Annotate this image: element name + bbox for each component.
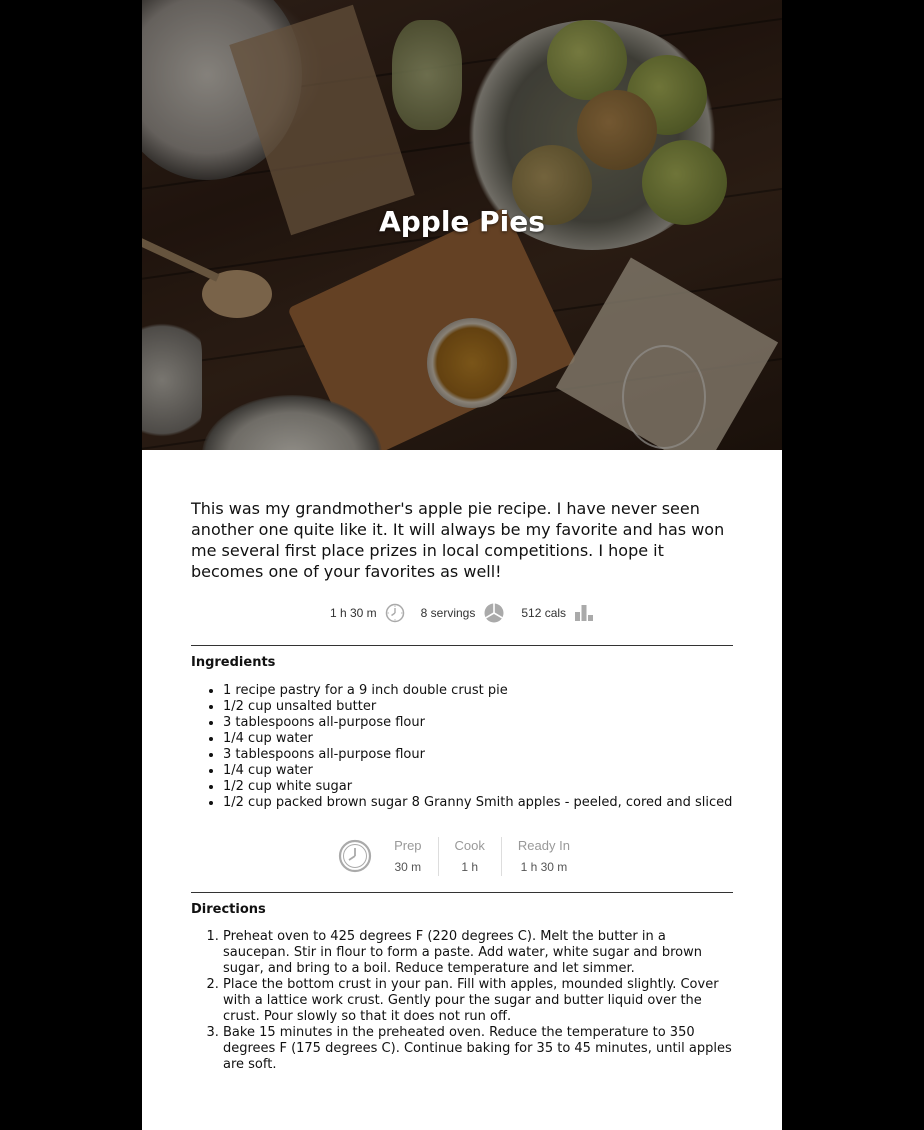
recipe-description: This was my grandmother's apple pie reci… <box>191 499 725 581</box>
list-item: 1/2 cup packed brown sugar 8 Granny Smit… <box>223 795 733 811</box>
directions-title: Directions <box>191 902 266 917</box>
calories-icon <box>574 603 594 623</box>
recipe-stats: 1 h 30 m 8 servings 512 cals <box>191 601 733 625</box>
list-item: 1/4 cup water <box>223 763 733 779</box>
recipe-title: Apple Pies <box>379 205 545 238</box>
total-time-stat: 1 h 30 m <box>330 603 405 623</box>
list-item: Preheat oven to 425 degrees F (220 degre… <box>223 929 733 977</box>
section-divider <box>191 645 733 646</box>
clock-icon <box>385 603 405 623</box>
hero-banner: Apple Pies <box>142 0 782 450</box>
prep-time: Prep 30 m <box>390 837 437 876</box>
list-item: 1 recipe pastry for a 9 inch double crus… <box>223 683 733 699</box>
recipe-content: This was my grandmother's apple pie reci… <box>142 450 782 1073</box>
list-item: 1/4 cup water <box>223 731 733 747</box>
list-item: 1/2 cup unsalted butter <box>223 699 733 715</box>
servings-icon <box>483 603 505 623</box>
servings-label: 8 servings <box>420 606 476 620</box>
prep-time-value: 30 m <box>394 859 422 874</box>
prep-time-label: Prep <box>394 837 422 853</box>
calories-stat: 512 cals <box>521 603 594 623</box>
directions-list: Preheat oven to 425 degrees F (220 degre… <box>191 929 733 1073</box>
cook-time-value: 1 h <box>461 859 479 874</box>
calories-label: 512 cals <box>521 606 567 620</box>
total-time-label: 1 h 30 m <box>329 606 377 620</box>
clock-icon <box>338 839 372 873</box>
list-item: Place the bottom crust in your pan. Fill… <box>223 977 733 1025</box>
ready-in-value: 1 h 30 m <box>520 859 568 874</box>
section-divider <box>191 892 733 893</box>
list-item: 3 tablespoons all-purpose flour <box>223 747 733 763</box>
list-item: 1/2 cup white sugar <box>223 779 733 795</box>
servings-stat: 8 servings <box>421 603 506 623</box>
list-item: Bake 15 minutes in the preheated oven. R… <box>223 1025 733 1073</box>
recipe-page: Apple Pies This was my grandmother's app… <box>142 0 782 1130</box>
ready-in-label: Ready In <box>517 837 570 853</box>
ingredients-list: 1 recipe pastry for a 9 inch double crus… <box>191 683 733 811</box>
cook-time-label: Cook <box>454 837 485 853</box>
time-breakdown: Prep 30 m Cook 1 h Ready In 1 h 30 m <box>191 833 733 879</box>
list-item: 3 tablespoons all-purpose flour <box>223 715 733 731</box>
ingredients-title: Ingredients <box>191 655 276 670</box>
ready-in-time: Ready In 1 h 30 m <box>500 836 586 876</box>
cook-time: Cook 1 h <box>437 836 501 876</box>
